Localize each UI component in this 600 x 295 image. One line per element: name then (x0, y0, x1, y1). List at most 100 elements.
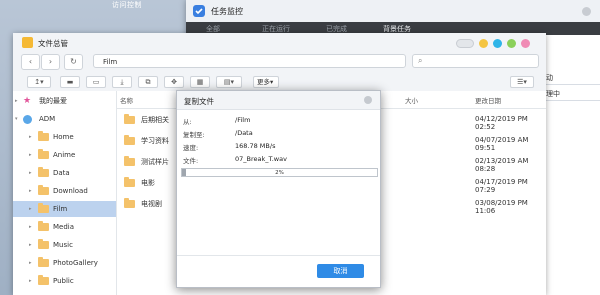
watermark-logo-icon (454, 266, 466, 278)
file-station-title: 文件总管 (38, 39, 68, 48)
sidebar-item[interactable]: ▸ Download (13, 183, 116, 199)
folder-icon (124, 177, 135, 187)
folder-icon (38, 275, 49, 285)
folder-icon (38, 149, 49, 159)
maximize-icon[interactable] (507, 39, 516, 48)
view-mode-button[interactable]: ▤▾ (216, 76, 242, 88)
from-label: 从: (183, 118, 192, 126)
watermark: 值 什么值得买 (468, 269, 532, 280)
file-name: 测试样片 (141, 158, 169, 166)
new-folder-button[interactable]: ▬ (60, 76, 80, 88)
chevron-right-icon[interactable]: ▸ (15, 93, 18, 109)
more-label: 更多 (257, 78, 270, 86)
modified-date: 04/07/2019 AM 09:51 (475, 136, 529, 152)
back-button[interactable]: ‹ (21, 54, 40, 70)
sidebar-item[interactable]: ▸ ★ 我的最爱 (13, 93, 116, 109)
close-icon[interactable] (364, 96, 372, 104)
chevron-right-icon[interactable]: ▸ (29, 165, 32, 181)
chevron-right-icon[interactable]: ▸ (29, 255, 32, 271)
desktop-app-label[interactable]: 访问控制 (112, 0, 142, 10)
folder-icon (38, 221, 49, 231)
chevron-down-icon[interactable]: ▾ (15, 111, 18, 127)
file-label: 文件: (183, 157, 199, 165)
folder-icon (38, 167, 49, 177)
select-button[interactable]: ▦ (190, 76, 210, 88)
task-monitor-row-status: 理中 (546, 90, 560, 98)
column-date[interactable]: 更改日期 (475, 95, 501, 105)
more-button[interactable]: 更多▾ (253, 76, 279, 88)
speed-label: 速度: (183, 144, 199, 152)
divider (177, 255, 380, 256)
minimize-icon[interactable] (479, 39, 488, 48)
file-name: 电影 (141, 179, 155, 187)
sidebar-item[interactable]: ▸ Public (13, 273, 116, 289)
cancel-button[interactable]: 取消 (317, 264, 364, 278)
file-name: 学习资料 (141, 137, 169, 145)
chevron-right-icon[interactable]: ▸ (29, 183, 32, 199)
chevron-right-icon[interactable]: ▸ (29, 129, 32, 145)
folder-icon (38, 239, 49, 249)
list-view-button[interactable]: ☰▾ (510, 76, 534, 88)
nas-icon (23, 115, 32, 124)
star-icon: ★ (23, 96, 32, 106)
task-monitor-titlebar: 任务监控 (186, 0, 600, 23)
modified-date: 03/08/2019 PM 11:06 (475, 199, 528, 215)
modified-date: 04/12/2019 PM 02:52 (475, 115, 528, 131)
divider (541, 100, 600, 101)
close-icon[interactable] (521, 39, 530, 48)
speed-value: 168.78 MB/s (235, 142, 276, 150)
forward-button[interactable]: › (41, 54, 60, 70)
to-value: /Data (235, 129, 253, 137)
sidebar-item[interactable]: ▾ ADM (13, 111, 116, 127)
divider (541, 84, 600, 85)
sidebar-item[interactable]: ▸ Data (13, 165, 116, 181)
file-station-titlebar: 文件总管 (13, 33, 546, 51)
window-menu-button[interactable] (456, 39, 474, 48)
folder-icon (124, 198, 135, 208)
copy-progress-bar: 2% (181, 168, 378, 177)
sidebar-item[interactable]: ▸ Home (13, 129, 116, 145)
chevron-right-icon[interactable]: ▸ (29, 201, 32, 217)
task-monitor-side-panel (541, 40, 600, 240)
folder-icon (124, 135, 135, 145)
modified-date: 02/13/2019 AM 08:28 (475, 157, 529, 173)
copy-file-dialog: 复制文件 从: /Film 复制至: /Data 速度: 168.78 MB/s… (176, 90, 381, 288)
column-size[interactable]: 大小 (405, 95, 418, 105)
sidebar-item-label: Music (53, 241, 73, 249)
chevron-right-icon[interactable]: ▸ (29, 219, 32, 235)
folder-icon (38, 203, 49, 213)
refresh-button[interactable]: ↻ (64, 54, 83, 70)
share-button[interactable]: ⧉ (138, 76, 158, 88)
dialog-title: 复制文件 (184, 97, 214, 106)
download-button[interactable]: ⤓ (112, 76, 132, 88)
move-button[interactable]: ✥ (164, 76, 184, 88)
folder-icon (38, 185, 49, 195)
navigation-bar: ‹ › ↻ Film ⌕ (13, 51, 546, 73)
sidebar-item[interactable]: ▸ Film (13, 201, 116, 217)
sidebar-item[interactable]: ▸ Music (13, 237, 116, 253)
sidebar-item[interactable]: ▸ Anime (13, 147, 116, 163)
chevron-right-icon[interactable]: ▸ (29, 237, 32, 253)
file-station-logo-icon (22, 37, 33, 48)
sidebar-item-label: Public (53, 277, 74, 285)
sidebar-item-label: PhotoGallery (53, 259, 98, 267)
copy-button[interactable]: ▭ (86, 76, 106, 88)
sidebar-item-label: 我的最爱 (39, 97, 67, 105)
sidebar-item-label: Home (53, 133, 74, 141)
column-name[interactable]: 名称 (120, 95, 133, 105)
from-value: /Film (235, 116, 251, 124)
chevron-right-icon[interactable]: ▸ (29, 273, 32, 289)
sidebar-item-label: Film (53, 205, 68, 213)
path-field[interactable]: Film (93, 54, 406, 68)
folder-icon (38, 131, 49, 141)
close-icon[interactable] (582, 7, 591, 16)
search-input[interactable]: ⌕ (412, 54, 539, 68)
progress-text: 2% (275, 170, 284, 176)
sidebar-item[interactable]: ▸ Media (13, 219, 116, 235)
search-icon: ⌕ (418, 56, 423, 65)
restore-icon[interactable] (493, 39, 502, 48)
sidebar-item-label: Download (53, 187, 88, 195)
upload-button[interactable]: ↥▾ (27, 76, 51, 88)
sidebar-item[interactable]: ▸ PhotoGallery (13, 255, 116, 271)
chevron-right-icon[interactable]: ▸ (29, 147, 32, 163)
